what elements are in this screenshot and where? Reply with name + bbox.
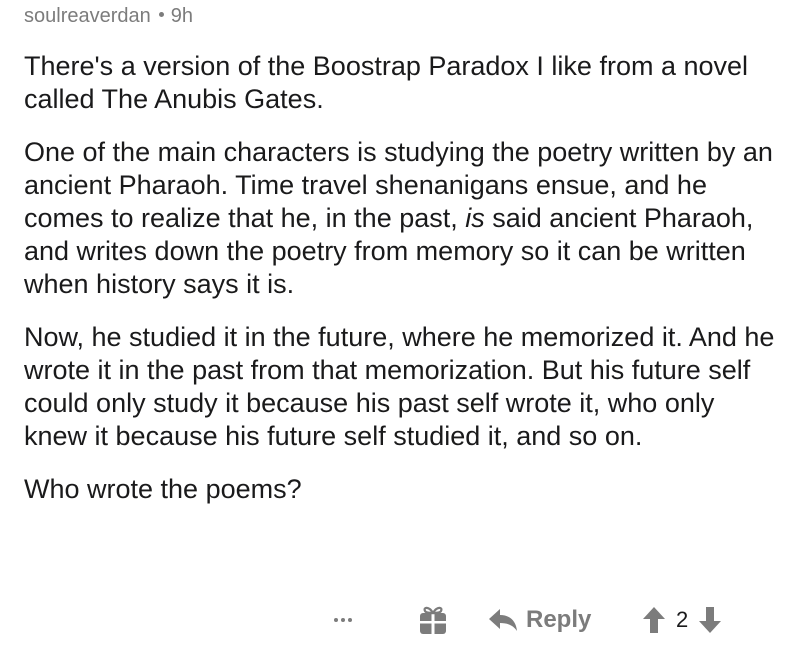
username-link[interactable]: soulreaverdan bbox=[24, 5, 151, 27]
more-options-button[interactable] bbox=[334, 596, 352, 644]
vote-score: 2 bbox=[676, 607, 689, 632]
give-award-button[interactable] bbox=[418, 596, 448, 644]
paragraph-text: Now, he studied it in the future, where … bbox=[24, 322, 775, 451]
upvote-arrow-icon[interactable] bbox=[642, 606, 666, 634]
comment-paragraph: Who wrote the poems? bbox=[24, 473, 784, 506]
separator-dot bbox=[158, 12, 164, 18]
comment-paragraph: One of the main characters is studying t… bbox=[24, 136, 784, 301]
reply-button[interactable]: Reply bbox=[488, 596, 591, 644]
paragraph-text: Who wrote the poems? bbox=[24, 474, 302, 504]
comment-paragraph: There's a version of the Boostrap Parado… bbox=[24, 50, 784, 116]
comment-meta: soulreaverdan 9h bbox=[24, 4, 193, 28]
downvote-arrow-icon[interactable] bbox=[698, 606, 722, 634]
paragraph-text: There's a version of the Boostrap Parado… bbox=[24, 51, 749, 114]
comment-body: There's a version of the Boostrap Parado… bbox=[24, 50, 784, 526]
more-dots-icon bbox=[334, 618, 352, 622]
comment-age: 9h bbox=[170, 5, 193, 27]
reply-label: Reply bbox=[526, 606, 592, 633]
emphasis-text: is bbox=[465, 203, 485, 233]
gift-icon bbox=[420, 606, 446, 634]
reply-arrow-icon bbox=[489, 609, 517, 631]
comment-paragraph: Now, he studied it in the future, where … bbox=[24, 321, 784, 453]
vote-controls: 2 bbox=[642, 596, 722, 644]
comment-actions: Reply 2 bbox=[24, 596, 784, 644]
